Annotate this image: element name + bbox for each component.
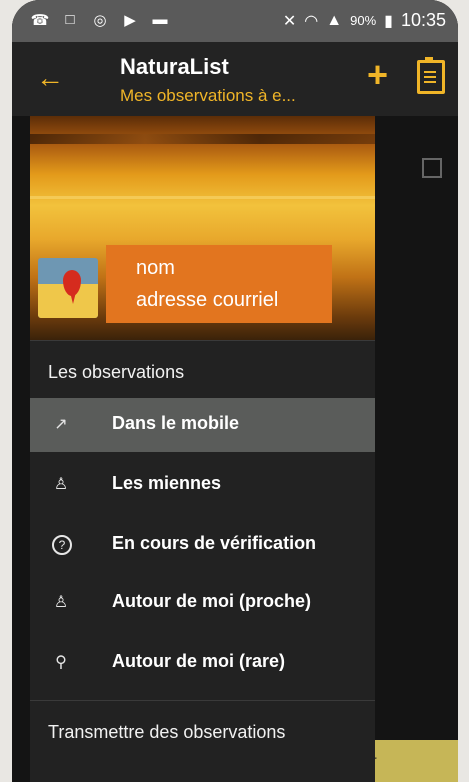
person-pin-icon: ♙ bbox=[53, 594, 69, 611]
mute-icon: ✕ bbox=[282, 12, 297, 30]
drawer-item-label: Dans le mobile bbox=[112, 413, 240, 433]
drawer-divider bbox=[30, 700, 375, 701]
app-subtitle: Mes observations à e... bbox=[120, 86, 296, 105]
drawer-item-dans-le-mobile[interactable]: ↗ Dans le mobile bbox=[30, 398, 375, 452]
user-name: nom bbox=[136, 257, 175, 279]
notification-icon-5: ▬ bbox=[152, 11, 168, 28]
edit-icon: ↗ bbox=[54, 416, 68, 433]
section-title-observations: Les observations bbox=[48, 362, 185, 382]
clipboard-icon[interactable] bbox=[417, 57, 445, 94]
drawer-item-autour-rare[interactable]: ⚲ Autour de moi (rare) bbox=[30, 636, 375, 690]
notification-icon-4: ▶ bbox=[124, 12, 136, 29]
map-pin-icon: ⚲ bbox=[55, 654, 67, 671]
header-reflection bbox=[30, 196, 375, 199]
person-icon: ♙ bbox=[53, 476, 69, 493]
phone-frame: ☎ □ ◎ ▶ ▬ ✕ ◠ ▲ 90% ▮ 10:35 ← NaturaList… bbox=[12, 0, 458, 782]
user-email: adresse courriel bbox=[136, 289, 279, 311]
drawer-item-les-miennes[interactable]: ♙ Les miennes bbox=[30, 458, 375, 512]
notification-icon-3: ◎ bbox=[93, 12, 107, 29]
edit-icon bbox=[422, 158, 442, 178]
wifi-icon: ◠ bbox=[304, 12, 319, 30]
question-circle-icon: ? bbox=[52, 535, 72, 555]
drawer-item-label: Les miennes bbox=[112, 473, 222, 493]
signal-icon: ▲ bbox=[326, 11, 343, 29]
drawer-divider bbox=[30, 340, 375, 341]
status-bar: ☎ □ ◎ ▶ ▬ ✕ ◠ ▲ 90% ▮ 10:35 bbox=[12, 0, 458, 42]
notification-icon-1: ☎ bbox=[30, 12, 50, 29]
drawer-item-autour-proche[interactable]: ♙ Autour de moi (proche) bbox=[30, 576, 375, 630]
section-title-transmettre: Transmettre des observations bbox=[48, 722, 286, 742]
notification-icon-2: □ bbox=[65, 11, 75, 28]
user-info-box: nom adresse courriel bbox=[106, 245, 332, 323]
avatar[interactable] bbox=[38, 258, 98, 318]
drawer-item-label: Autour de moi (proche) bbox=[112, 591, 311, 611]
app-title: NaturaList bbox=[120, 54, 229, 79]
notification-icons: ☎ □ ◎ ▶ ▬ bbox=[30, 11, 170, 29]
navigation-drawer: nom adresse courriel Les observations ↗ … bbox=[30, 116, 375, 782]
status-right: ✕ ◠ ▲ 90% ▮ 10:35 bbox=[283, 10, 446, 31]
app-bar: ← NaturaList Mes observations à e... + bbox=[12, 42, 458, 116]
drawer-item-label: En cours de vérification bbox=[112, 533, 317, 553]
plus-icon[interactable]: + bbox=[367, 54, 388, 96]
clock: 10:35 bbox=[400, 10, 446, 30]
drawer-item-en-cours[interactable]: ? En cours de vérification bbox=[30, 518, 375, 572]
arrow-left-icon[interactable]: ← bbox=[36, 62, 64, 94]
battery-icon: ▮ bbox=[384, 12, 393, 30]
drawer-item-label: Autour de moi (rare) bbox=[112, 651, 286, 671]
header-shoreline bbox=[30, 134, 375, 144]
bottom-action-button[interactable]: r bbox=[372, 740, 458, 782]
battery-percent: 90% bbox=[350, 13, 377, 28]
